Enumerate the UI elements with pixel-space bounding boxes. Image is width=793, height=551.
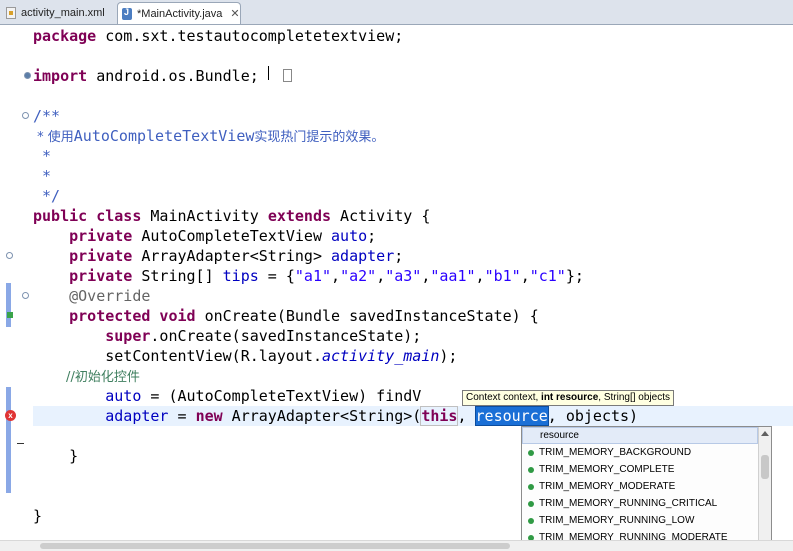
content-assist-popup[interactable]: resource TRIM_MEMORY_BACKGROUND TRIM_MEM… bbox=[521, 426, 772, 550]
code-line: private AutoCompleteTextView auto; bbox=[33, 227, 377, 245]
code-line: @Override bbox=[33, 287, 151, 305]
scroll-up-icon[interactable] bbox=[761, 431, 769, 436]
list-item[interactable]: TRIM_MEMORY_BACKGROUND bbox=[522, 444, 758, 461]
code-line: * bbox=[33, 167, 52, 185]
selected-parameter[interactable]: resource bbox=[474, 406, 549, 426]
xml-file-icon bbox=[6, 6, 16, 19]
tab-label: *MainActivity.java bbox=[137, 7, 223, 20]
code-line: adapter = new ArrayAdapter<String>(this,… bbox=[33, 406, 639, 426]
field-icon bbox=[528, 466, 534, 473]
scroll-thumb[interactable] bbox=[761, 455, 769, 479]
code-line: setContentView(R.layout.activity_main); bbox=[33, 347, 458, 365]
list-item[interactable]: TRIM_MEMORY_RUNNING_LOW bbox=[522, 512, 758, 529]
list-item[interactable]: resource bbox=[522, 427, 758, 444]
tab-activity-main-xml[interactable]: activity_main.xml bbox=[2, 2, 114, 23]
fold-collapse-icon[interactable] bbox=[22, 292, 29, 299]
fold-expand-icon[interactable] bbox=[24, 72, 31, 79]
fold-collapse-icon[interactable] bbox=[22, 112, 29, 119]
override-marker-icon bbox=[7, 312, 13, 318]
field-icon bbox=[528, 449, 534, 456]
close-icon[interactable]: ✕ bbox=[230, 7, 239, 20]
code-line: protected void onCreate(Bundle savedInst… bbox=[33, 307, 539, 325]
code-line: * 使用AutoCompleteTextView实现热门提示的效果。 bbox=[33, 127, 385, 145]
code-line: auto = (AutoCompleteTextView) findV bbox=[33, 387, 422, 405]
tab-label: activity_main.xml bbox=[21, 6, 105, 19]
tab-main-activity-java[interactable]: *MainActivity.java ✕ bbox=[117, 2, 241, 24]
scroll-thumb[interactable] bbox=[40, 543, 510, 549]
list-item[interactable]: TRIM_MEMORY_RUNNING_CRITICAL bbox=[522, 495, 758, 512]
code-line: public class MainActivity extends Activi… bbox=[33, 207, 431, 225]
error-marker-icon[interactable]: x bbox=[5, 410, 16, 421]
code-line: super.onCreate(savedInstanceState); bbox=[33, 327, 422, 345]
editor-tab-bar: activity_main.xml *MainActivity.java ✕ bbox=[0, 0, 793, 25]
change-bar bbox=[6, 387, 11, 493]
warning-marker-icon[interactable] bbox=[6, 252, 13, 259]
code-line: import android.os.Bundle; bbox=[33, 67, 259, 85]
code-line: package com.sxt.testautocompletetextview… bbox=[33, 27, 404, 45]
text-caret bbox=[268, 66, 269, 80]
editor-ruler bbox=[0, 25, 24, 540]
code-line: } bbox=[33, 447, 79, 465]
popup-scrollbar[interactable] bbox=[758, 427, 771, 549]
code-line: } bbox=[33, 507, 43, 525]
code-line: private String[] tips = {"a1","a2","a3",… bbox=[33, 267, 584, 285]
change-bar bbox=[6, 283, 11, 327]
gutter-dash bbox=[17, 443, 24, 444]
field-icon bbox=[528, 483, 534, 490]
code-line: * bbox=[33, 147, 52, 165]
code-line: private ArrayAdapter<String> adapter; bbox=[33, 247, 404, 265]
list-item[interactable]: TRIM_MEMORY_COMPLETE bbox=[522, 461, 758, 478]
code-line: /** bbox=[33, 107, 61, 125]
parameter-hint-tooltip: Context context, int resource, String[] … bbox=[462, 390, 674, 406]
list-item[interactable]: TRIM_MEMORY_MODERATE bbox=[522, 478, 758, 495]
code-line: */ bbox=[33, 187, 61, 205]
folded-import-box-icon[interactable] bbox=[283, 69, 292, 82]
code-line: //初始化控件 bbox=[33, 370, 140, 385]
horizontal-scrollbar[interactable] bbox=[0, 540, 793, 551]
field-icon bbox=[528, 500, 534, 507]
field-icon bbox=[528, 517, 534, 524]
java-file-icon bbox=[122, 7, 132, 20]
